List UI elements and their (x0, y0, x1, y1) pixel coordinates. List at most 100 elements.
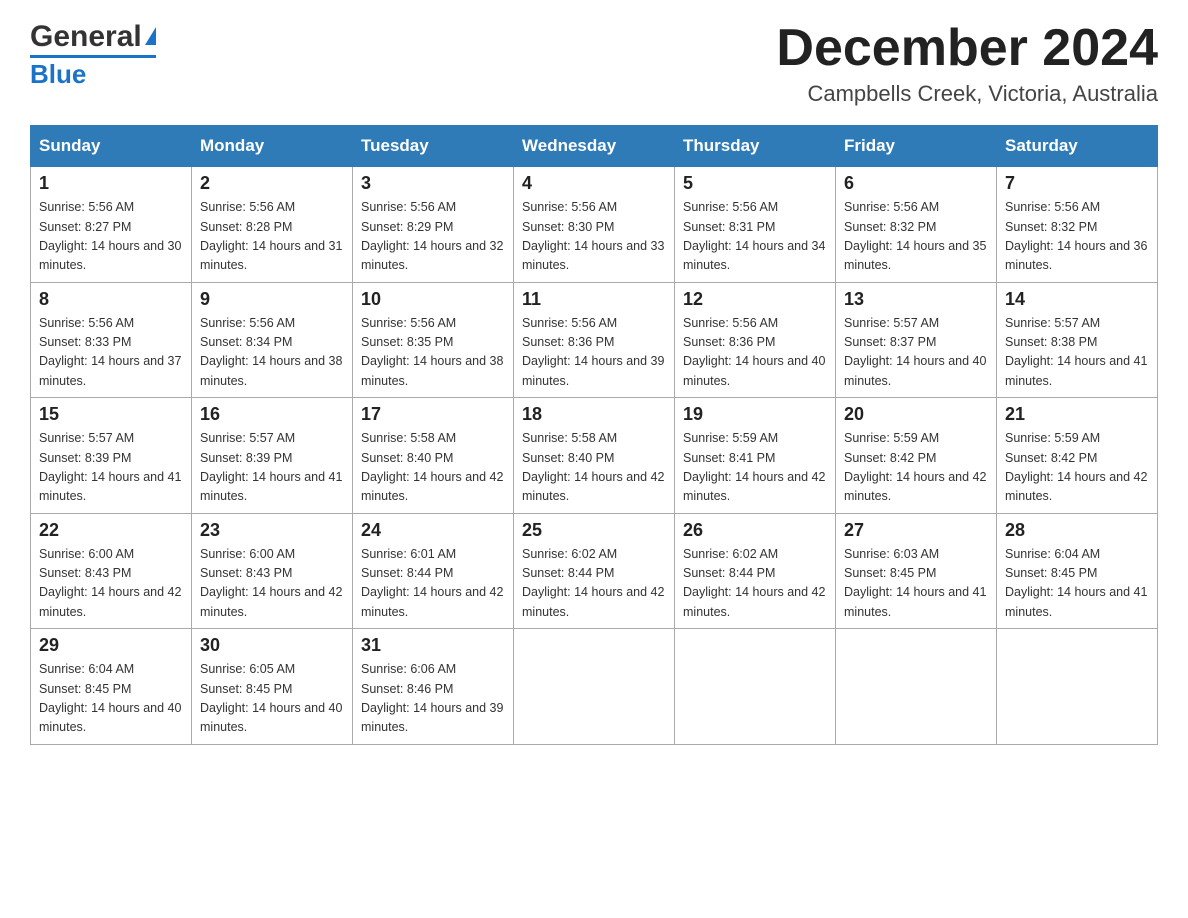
day-info: Sunrise: 6:06 AMSunset: 8:46 PMDaylight:… (361, 660, 505, 738)
calendar-day-cell: 27 Sunrise: 6:03 AMSunset: 8:45 PMDayligh… (836, 513, 997, 629)
day-info: Sunrise: 5:56 AMSunset: 8:27 PMDaylight:… (39, 198, 183, 276)
day-info: Sunrise: 5:57 AMSunset: 8:37 PMDaylight:… (844, 314, 988, 392)
calendar-day-cell: 3Sunrise: 5:56 AMSunset: 8:29 PMDaylight… (353, 167, 514, 283)
day-number: 15 (39, 404, 183, 425)
calendar-day-cell: 31 Sunrise: 6:06 AMSunset: 8:46 PMDayligh… (353, 629, 514, 745)
calendar-day-cell: 18 Sunrise: 5:58 AMSunset: 8:40 PMDayligh… (514, 398, 675, 514)
day-number: 9 (200, 289, 344, 310)
day-info: Sunrise: 6:02 AMSunset: 8:44 PMDaylight:… (683, 545, 827, 623)
calendar-day-cell: 6 Sunrise: 5:56 AMSunset: 8:32 PMDaylight… (836, 167, 997, 283)
calendar-day-cell: 25Sunrise: 6:02 AMSunset: 8:44 PMDayligh… (514, 513, 675, 629)
day-info: Sunrise: 5:56 AMSunset: 8:32 PMDaylight:… (844, 198, 988, 276)
day-number: 30 (200, 635, 344, 656)
day-info: Sunrise: 6:04 AMSunset: 8:45 PMDaylight:… (1005, 545, 1149, 623)
day-number: 27 (844, 520, 988, 541)
calendar-day-header: Sunday (31, 126, 192, 167)
calendar-day-cell: 16Sunrise: 5:57 AMSunset: 8:39 PMDayligh… (192, 398, 353, 514)
day-number: 8 (39, 289, 183, 310)
day-info: Sunrise: 5:58 AMSunset: 8:40 PMDaylight:… (522, 429, 666, 507)
day-number: 17 (361, 404, 505, 425)
calendar-week-row: 15 Sunrise: 5:57 AMSunset: 8:39 PMDayligh… (31, 398, 1158, 514)
calendar-day-cell: 8 Sunrise: 5:56 AMSunset: 8:33 PMDaylight… (31, 282, 192, 398)
calendar-day-cell: 2 Sunrise: 5:56 AMSunset: 8:28 PMDaylight… (192, 167, 353, 283)
day-info: Sunrise: 5:58 AMSunset: 8:40 PMDaylight:… (361, 429, 505, 507)
page-title: December 2024 (776, 20, 1158, 77)
day-info: Sunrise: 5:56 AMSunset: 8:29 PMDaylight:… (361, 198, 505, 276)
day-number: 26 (683, 520, 827, 541)
day-info: Sunrise: 6:03 AMSunset: 8:45 PMDaylight:… (844, 545, 988, 623)
calendar-day-cell: 22Sunrise: 6:00 AMSunset: 8:43 PMDayligh… (31, 513, 192, 629)
day-number: 10 (361, 289, 505, 310)
calendar-day-cell: 26 Sunrise: 6:02 AMSunset: 8:44 PMDayligh… (675, 513, 836, 629)
calendar-week-row: 29 Sunrise: 6:04 AMSunset: 8:45 PMDayligh… (31, 629, 1158, 745)
day-info: Sunrise: 5:56 AMSunset: 8:36 PMDaylight:… (522, 314, 666, 392)
day-info: Sunrise: 6:00 AMSunset: 8:43 PMDaylight:… (39, 545, 183, 623)
calendar-day-cell: 10 Sunrise: 5:56 AMSunset: 8:35 PMDayligh… (353, 282, 514, 398)
day-info: Sunrise: 6:05 AMSunset: 8:45 PMDaylight:… (200, 660, 344, 738)
day-number: 29 (39, 635, 183, 656)
day-info: Sunrise: 5:56 AMSunset: 8:32 PMDaylight:… (1005, 198, 1149, 276)
day-info: Sunrise: 5:56 AMSunset: 8:35 PMDaylight:… (361, 314, 505, 392)
day-info: Sunrise: 5:56 AMSunset: 8:36 PMDaylight:… (683, 314, 827, 392)
title-block: December 2024 Campbells Creek, Victoria,… (776, 20, 1158, 107)
calendar-week-row: 22Sunrise: 6:00 AMSunset: 8:43 PMDayligh… (31, 513, 1158, 629)
day-info: Sunrise: 5:59 AMSunset: 8:42 PMDaylight:… (1005, 429, 1149, 507)
calendar-day-cell: 9 Sunrise: 5:56 AMSunset: 8:34 PMDaylight… (192, 282, 353, 398)
calendar-day-header: Saturday (997, 126, 1158, 167)
day-number: 12 (683, 289, 827, 310)
day-number: 5 (683, 173, 827, 194)
day-number: 28 (1005, 520, 1149, 541)
day-info: Sunrise: 5:57 AMSunset: 8:38 PMDaylight:… (1005, 314, 1149, 392)
day-info: Sunrise: 6:04 AMSunset: 8:45 PMDaylight:… (39, 660, 183, 738)
day-number: 1 (39, 173, 183, 194)
day-number: 2 (200, 173, 344, 194)
day-info: Sunrise: 5:59 AMSunset: 8:41 PMDaylight:… (683, 429, 827, 507)
calendar-day-cell: 23Sunrise: 6:00 AMSunset: 8:43 PMDayligh… (192, 513, 353, 629)
day-info: Sunrise: 5:56 AMSunset: 8:34 PMDaylight:… (200, 314, 344, 392)
calendar-day-cell: 12 Sunrise: 5:56 AMSunset: 8:36 PMDayligh… (675, 282, 836, 398)
calendar-day-cell: 19 Sunrise: 5:59 AMSunset: 8:41 PMDayligh… (675, 398, 836, 514)
calendar-day-cell: 29 Sunrise: 6:04 AMSunset: 8:45 PMDayligh… (31, 629, 192, 745)
day-info: Sunrise: 5:56 AMSunset: 8:33 PMDaylight:… (39, 314, 183, 392)
logo-divider (30, 55, 156, 58)
day-info: Sunrise: 6:00 AMSunset: 8:43 PMDaylight:… (200, 545, 344, 623)
calendar-day-cell: 21 Sunrise: 5:59 AMSunset: 8:42 PMDayligh… (997, 398, 1158, 514)
day-info: Sunrise: 5:57 AMSunset: 8:39 PMDaylight:… (39, 429, 183, 507)
page-subtitle: Campbells Creek, Victoria, Australia (776, 81, 1158, 107)
day-number: 6 (844, 173, 988, 194)
logo: General Blue (30, 20, 156, 90)
day-number: 11 (522, 289, 666, 310)
logo-name-part1: General (30, 20, 142, 54)
day-info: Sunrise: 6:02 AMSunset: 8:44 PMDaylight:… (522, 545, 666, 623)
calendar-week-row: 1 Sunrise: 5:56 AMSunset: 8:27 PMDaylight… (31, 167, 1158, 283)
day-info: Sunrise: 5:56 AMSunset: 8:28 PMDaylight:… (200, 198, 344, 276)
day-number: 20 (844, 404, 988, 425)
calendar-day-cell: 20 Sunrise: 5:59 AMSunset: 8:42 PMDayligh… (836, 398, 997, 514)
day-number: 24 (361, 520, 505, 541)
day-number: 19 (683, 404, 827, 425)
calendar-day-header: Wednesday (514, 126, 675, 167)
logo-name-part2: Blue (30, 59, 86, 90)
calendar-day-cell (675, 629, 836, 745)
calendar-day-cell: 13 Sunrise: 5:57 AMSunset: 8:37 PMDayligh… (836, 282, 997, 398)
day-number: 7 (1005, 173, 1149, 194)
day-number: 21 (1005, 404, 1149, 425)
calendar-day-cell: 15 Sunrise: 5:57 AMSunset: 8:39 PMDayligh… (31, 398, 192, 514)
calendar-day-cell: 24Sunrise: 6:01 AMSunset: 8:44 PMDayligh… (353, 513, 514, 629)
day-number: 13 (844, 289, 988, 310)
calendar-day-header: Tuesday (353, 126, 514, 167)
day-number: 18 (522, 404, 666, 425)
day-info: Sunrise: 5:59 AMSunset: 8:42 PMDaylight:… (844, 429, 988, 507)
day-info: Sunrise: 5:56 AMSunset: 8:31 PMDaylight:… (683, 198, 827, 276)
day-info: Sunrise: 5:56 AMSunset: 8:30 PMDaylight:… (522, 198, 666, 276)
calendar-day-cell: 17 Sunrise: 5:58 AMSunset: 8:40 PMDayligh… (353, 398, 514, 514)
day-number: 4 (522, 173, 666, 194)
calendar-table: SundayMondayTuesdayWednesdayThursdayFrid… (30, 125, 1158, 745)
calendar-day-cell: 4 Sunrise: 5:56 AMSunset: 8:30 PMDaylight… (514, 167, 675, 283)
calendar-day-cell: 14Sunrise: 5:57 AMSunset: 8:38 PMDayligh… (997, 282, 1158, 398)
calendar-day-cell: 28 Sunrise: 6:04 AMSunset: 8:45 PMDayligh… (997, 513, 1158, 629)
logo-triangle-icon (145, 27, 156, 45)
day-number: 16 (200, 404, 344, 425)
day-number: 31 (361, 635, 505, 656)
page-header: General Blue December 2024 Campbells Cre… (30, 20, 1158, 107)
